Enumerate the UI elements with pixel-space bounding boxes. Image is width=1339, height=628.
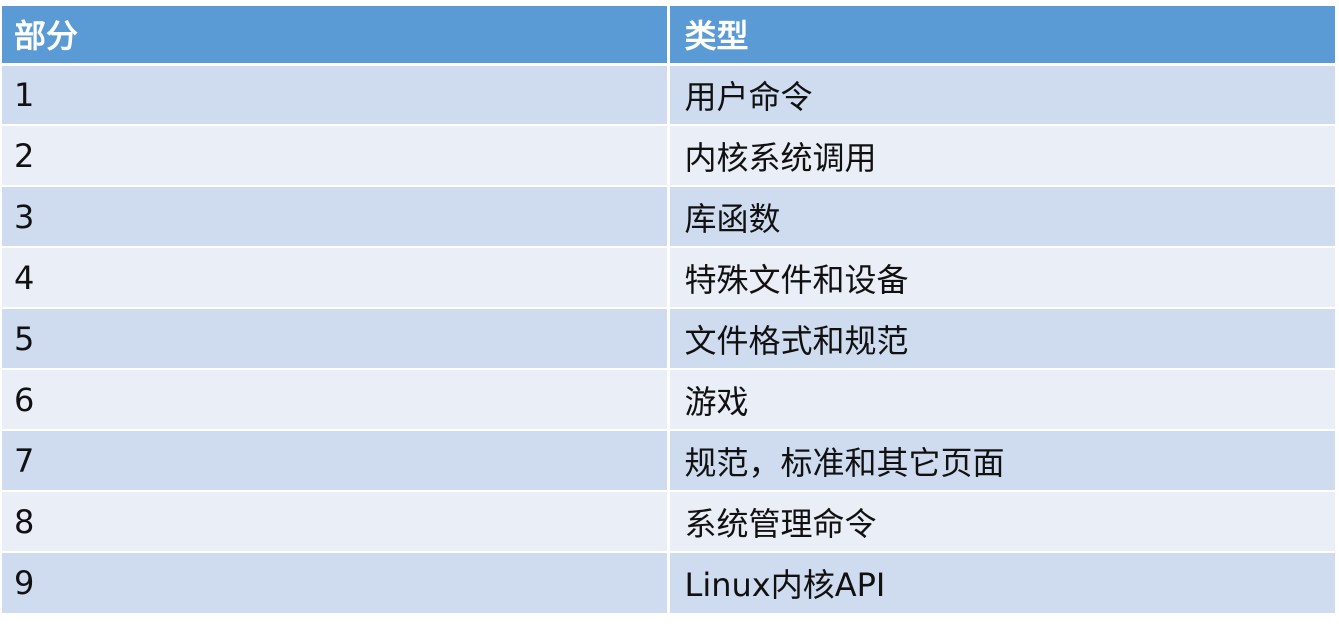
table-row: 7 规范，标准和其它页面 xyxy=(2,429,1335,491)
cell-type: 特殊文件和设备 xyxy=(666,246,1335,308)
table-row: 2 内核系统调用 xyxy=(2,124,1335,186)
cell-section: 4 xyxy=(2,246,668,308)
cell-type: 游戏 xyxy=(666,368,1335,430)
table-body: 1 用户命令 2 内核系统调用 3 库函数 4 特殊文件和设备 5 文件格式和规… xyxy=(2,63,1335,613)
table-row: 1 用户命令 xyxy=(2,63,1335,125)
man-sections-table: 部分 类型 1 用户命令 2 内核系统调用 3 库函数 4 特殊文件和设备 5 xyxy=(2,6,1335,613)
header-row: 部分 类型 xyxy=(2,6,1335,66)
cell-type: 内核系统调用 xyxy=(666,124,1335,186)
table-row: 9 Linux内核API xyxy=(2,551,1335,613)
cell-section: 1 xyxy=(2,63,668,125)
header-type: 类型 xyxy=(666,6,1335,66)
cell-type: Linux内核API xyxy=(666,551,1335,613)
table-row: 3 库函数 xyxy=(2,185,1335,247)
cell-section: 6 xyxy=(2,368,668,430)
header-section: 部分 xyxy=(2,6,668,66)
table-row: 8 系统管理命令 xyxy=(2,490,1335,552)
table-header: 部分 类型 xyxy=(2,6,1335,66)
cell-section: 8 xyxy=(2,490,668,552)
cell-section: 9 xyxy=(2,551,668,613)
cell-type: 文件格式和规范 xyxy=(666,307,1335,369)
table-row: 5 文件格式和规范 xyxy=(2,307,1335,369)
man-sections-table-container: 部分 类型 1 用户命令 2 内核系统调用 3 库函数 4 特殊文件和设备 5 xyxy=(2,6,1335,613)
cell-type: 规范，标准和其它页面 xyxy=(666,429,1335,491)
table-row: 4 特殊文件和设备 xyxy=(2,246,1335,308)
cell-type: 系统管理命令 xyxy=(666,490,1335,552)
cell-section: 3 xyxy=(2,185,668,247)
cell-section: 5 xyxy=(2,307,668,369)
cell-type: 库函数 xyxy=(666,185,1335,247)
cell-type: 用户命令 xyxy=(666,63,1335,125)
table-row: 6 游戏 xyxy=(2,368,1335,430)
cell-section: 7 xyxy=(2,429,668,491)
cell-section: 2 xyxy=(2,124,668,186)
